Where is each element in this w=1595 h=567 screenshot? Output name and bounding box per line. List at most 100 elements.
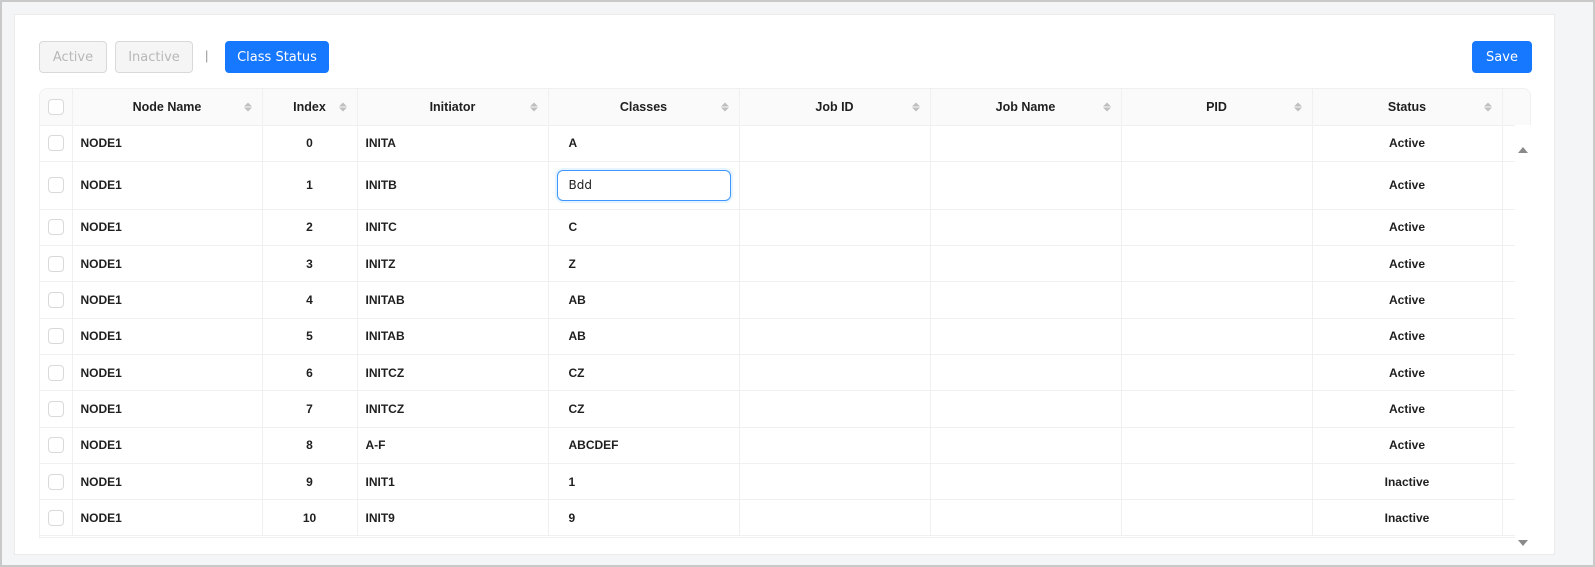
row-select-cell xyxy=(40,427,73,464)
row-select-cell xyxy=(40,318,73,355)
classes-cell[interactable]: AB xyxy=(548,318,740,355)
job-id-cell xyxy=(739,499,931,537)
job-id-cell xyxy=(739,281,931,319)
sort-icon[interactable] xyxy=(243,102,252,112)
column-header-status[interactable]: Status xyxy=(1312,89,1503,126)
initiator-cell: INITZ xyxy=(357,245,549,283)
index-cell: 9 xyxy=(262,463,358,501)
classes-cell[interactable]: CZ xyxy=(548,354,740,392)
classes-cell[interactable]: A xyxy=(548,125,740,162)
table-row[interactable]: NODE1 8 A-F ABCDEF Active xyxy=(40,427,1530,464)
column-header-index[interactable]: Index xyxy=(262,89,358,126)
classes-cell[interactable]: 9 xyxy=(548,499,740,537)
table-row[interactable]: NODE1 0 INITA A Active xyxy=(40,125,1530,162)
classes-cell[interactable]: CZ xyxy=(548,390,740,428)
row-select-cell xyxy=(40,161,73,210)
active-button[interactable]: Active xyxy=(39,41,107,73)
sort-descending-icon[interactable] xyxy=(911,107,920,112)
column-header-pid[interactable]: PID xyxy=(1121,89,1313,126)
job-name-cell xyxy=(930,125,1122,162)
sort-ascending-icon[interactable] xyxy=(1483,102,1492,107)
sort-icon[interactable] xyxy=(1293,102,1302,112)
row-checkbox[interactable] xyxy=(47,364,64,381)
classes-cell[interactable]: ABCDEF xyxy=(548,427,740,464)
table-row[interactable]: NODE1 4 INITAB AB Active xyxy=(40,281,1530,319)
sort-icon[interactable] xyxy=(1483,102,1492,112)
sort-descending-icon[interactable] xyxy=(1102,107,1111,112)
sort-descending-icon[interactable] xyxy=(338,107,347,112)
scroll-down-icon[interactable] xyxy=(1518,540,1528,546)
column-header-node-name[interactable]: Node Name xyxy=(72,89,263,126)
row-checkbox[interactable] xyxy=(47,473,64,490)
sort-ascending-icon[interactable] xyxy=(911,102,920,107)
sort-descending-icon[interactable] xyxy=(1293,107,1302,112)
table-row[interactable]: NODE1 10 INIT9 9 Inactive xyxy=(40,499,1530,537)
row-checkbox[interactable] xyxy=(47,255,64,272)
sort-ascending-icon[interactable] xyxy=(720,102,729,107)
node-name-cell: NODE1 xyxy=(72,245,263,283)
status-cell: Active xyxy=(1312,161,1503,210)
sort-ascending-icon[interactable] xyxy=(1293,102,1302,107)
scrollbar-header-spacer xyxy=(1502,89,1530,126)
row-checkbox[interactable] xyxy=(47,400,64,417)
sort-ascending-icon[interactable] xyxy=(1102,102,1111,107)
sort-icon[interactable] xyxy=(911,102,920,112)
row-checkbox[interactable] xyxy=(47,177,64,194)
classes-cell[interactable]: 1 xyxy=(548,463,740,501)
classes-cell[interactable]: C xyxy=(548,209,740,247)
row-checkbox[interactable] xyxy=(47,135,64,152)
pid-cell xyxy=(1121,318,1313,355)
scroll-up-icon[interactable] xyxy=(1518,147,1528,153)
sort-ascending-icon[interactable] xyxy=(243,102,252,107)
row-checkbox[interactable] xyxy=(47,328,64,345)
column-header-label: Node Name xyxy=(132,99,202,114)
sort-descending-icon[interactable] xyxy=(720,107,729,112)
select-all-checkbox[interactable] xyxy=(47,98,64,115)
classes-cell[interactable]: Z xyxy=(548,245,740,283)
pid-cell xyxy=(1121,209,1313,247)
sort-icon[interactable] xyxy=(720,102,729,112)
sort-icon[interactable] xyxy=(529,102,538,112)
sort-icon[interactable] xyxy=(1102,102,1111,112)
row-select-cell xyxy=(40,245,73,283)
column-header-initiator[interactable]: Initiator xyxy=(357,89,549,126)
sort-descending-icon[interactable] xyxy=(529,107,538,112)
sort-ascending-icon[interactable] xyxy=(529,102,538,107)
table-header-row: Node Name Index Initiator Classes Job ID Job … xyxy=(40,89,1530,126)
job-name-cell xyxy=(930,354,1122,392)
table-row[interactable]: NODE11INITB Active xyxy=(40,161,1530,210)
column-header-job-name[interactable]: Job Name xyxy=(930,89,1122,126)
inactive-button[interactable]: Inactive xyxy=(115,41,193,73)
row-checkbox[interactable] xyxy=(47,437,64,454)
sort-ascending-icon[interactable] xyxy=(338,102,347,107)
vertical-scrollbar[interactable] xyxy=(1515,125,1531,546)
table-row[interactable]: NODE1 9 INIT1 1 Inactive xyxy=(40,463,1530,501)
classes-cell[interactable]: AB xyxy=(548,281,740,319)
column-header-classes[interactable]: Classes xyxy=(548,89,740,126)
pid-cell xyxy=(1121,499,1313,537)
table-row[interactable]: NODE1 5 INITAB AB Active xyxy=(40,318,1530,355)
row-checkbox[interactable] xyxy=(47,292,64,309)
table-row[interactable]: NODE1 3 INITZ Z Active xyxy=(40,245,1530,283)
node-name-cell: NODE1 xyxy=(72,161,263,210)
class-status-button[interactable]: Class Status xyxy=(225,41,329,73)
table-row[interactable]: NODE1 6 INITCZ CZ Active xyxy=(40,354,1530,392)
sort-descending-icon[interactable] xyxy=(243,107,252,112)
node-name-cell: NODE1 xyxy=(72,125,263,162)
row-checkbox[interactable] xyxy=(47,509,64,526)
initiator-cell: INITC xyxy=(357,209,549,247)
table-row[interactable]: NODE1 7 INITCZ CZ Active xyxy=(40,390,1530,428)
classes-edit-input[interactable] xyxy=(556,169,731,201)
sort-icon[interactable] xyxy=(338,102,347,112)
row-checkbox[interactable] xyxy=(47,219,64,236)
job-name-cell xyxy=(930,390,1122,428)
pid-cell xyxy=(1121,390,1313,428)
column-header-job-id[interactable]: Job ID xyxy=(739,89,931,126)
table-row[interactable]: NODE1 2 INITC C Active xyxy=(40,209,1530,247)
save-button[interactable]: Save xyxy=(1472,41,1532,73)
sort-descending-icon[interactable] xyxy=(1483,107,1492,112)
node-name-cell: NODE1 xyxy=(72,281,263,319)
column-header-label: Job Name xyxy=(995,99,1056,114)
node-name-cell: NODE1 xyxy=(72,318,263,355)
pid-cell xyxy=(1121,161,1313,210)
